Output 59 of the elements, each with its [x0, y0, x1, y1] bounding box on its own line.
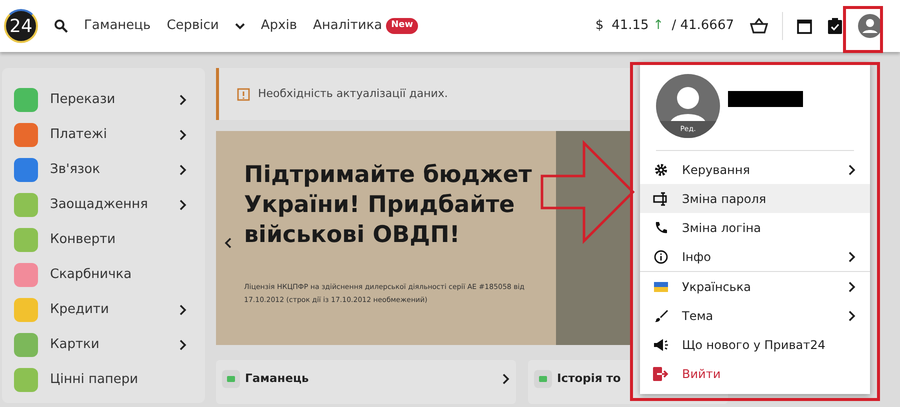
gear-icon [652, 162, 670, 176]
trend-arrow: ↑ [652, 17, 664, 36]
chevron-icon [179, 198, 187, 210]
logo[interactable]: 24 [4, 9, 38, 43]
flag-icon [652, 282, 670, 292]
chevron-icon [502, 373, 510, 385]
avatar-icon[interactable] [858, 14, 882, 38]
card-title: Гаманець [245, 370, 309, 387]
sidebar-item[interactable]: Зв'язок [14, 152, 193, 187]
sidebar-item[interactable]: Цінні папери [14, 362, 193, 397]
chevron-icon [179, 164, 187, 176]
sidebar-item[interactable]: Платежі [14, 117, 193, 152]
caret-icon [234, 22, 245, 30]
basket-icon[interactable] [750, 18, 768, 34]
megaphone-icon [652, 338, 670, 352]
card-icon [534, 370, 552, 388]
exchange-rate: / 41.6667 [672, 17, 734, 36]
chevron-icon [848, 250, 856, 262]
menu-item[interactable]: Інфо [640, 242, 870, 271]
warning-icon [237, 88, 250, 100]
logout-icon [652, 366, 670, 380]
chevron-icon [179, 94, 187, 106]
banner-title: Підтримайте бюджет України! Придбайте військові ОВДП! [244, 161, 533, 250]
sidebar-item[interactable]: Кредити [14, 292, 193, 327]
menu-item[interactable]: Що нового у Приват24 [640, 330, 870, 359]
menu-item[interactable]: Українська [640, 272, 870, 301]
clipboard-check-icon[interactable] [828, 18, 842, 34]
alert-text: Необхідність актуалізації даних. [258, 86, 448, 102]
nav-link[interactable]: Сервіси [166, 16, 245, 36]
chevron-icon [848, 310, 856, 322]
info-icon [652, 250, 670, 264]
sidebar-item[interactable]: Перекази [14, 82, 193, 117]
nav-link[interactable]: Гаманець [84, 16, 151, 36]
exchange-rate: 41.15 [612, 17, 649, 36]
sidebar-item[interactable]: Картки [14, 327, 193, 362]
chevron-icon [179, 128, 187, 140]
currency-symbol: $ [595, 17, 604, 36]
menu-item[interactable]: Керування [640, 155, 870, 184]
sidebar-item[interactable]: Заощадження [14, 187, 193, 222]
menu-item[interactable]: Зміна пароля [640, 184, 870, 213]
card-icon [222, 370, 240, 388]
search-icon[interactable] [54, 19, 68, 33]
password-field-icon [652, 192, 670, 206]
nav-link[interactable]: Архів [260, 16, 298, 36]
sidebar-item[interactable]: Скарбничка [14, 257, 193, 292]
menu-item[interactable]: Зміна логіна [640, 213, 870, 242]
card-title: Історія то [557, 370, 621, 387]
chevron-icon [179, 304, 187, 316]
nav-link[interactable]: Аналітика [313, 16, 382, 36]
new-badge: New [386, 18, 418, 34]
menu-item[interactable]: Тема [640, 301, 870, 330]
chevron-icon [848, 164, 856, 176]
calendar-icon[interactable] [797, 18, 812, 34]
menu-item[interactable]: Вийти [640, 359, 870, 388]
chevron-icon [179, 338, 187, 350]
sidebar-item[interactable]: Конверти [14, 222, 193, 257]
chevron-icon [848, 280, 856, 292]
highlight-frame [843, 6, 883, 53]
previous-icon[interactable] [224, 237, 232, 249]
